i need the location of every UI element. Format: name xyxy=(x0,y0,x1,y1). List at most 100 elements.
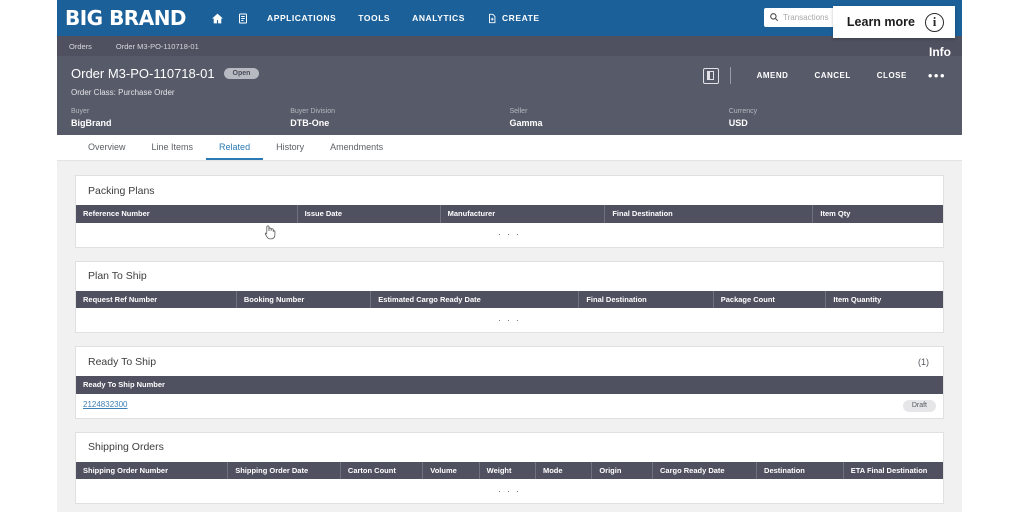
meta-seller-label: Seller xyxy=(509,108,528,115)
section-shipping-orders: Shipping Orders Shipping Order Number Sh… xyxy=(75,431,944,504)
meta-buyer-division: Buyer Division DTB-One xyxy=(290,108,509,128)
ready-to-ship-cell: 2124832300 Draft xyxy=(76,393,943,418)
table-header-row: Reference Number Issue Date Manufacturer… xyxy=(76,205,943,223)
table-header-row: Shipping Order Number Shipping Order Dat… xyxy=(76,461,943,479)
more-options-icon[interactable]: ••• xyxy=(920,69,948,82)
page-container: BIG BRAND APPLICATIONS TOOLS ANALYTICS C… xyxy=(57,0,962,512)
breadcrumb-item-orders[interactable]: Orders xyxy=(69,42,92,51)
meta-seller: Seller Gamma xyxy=(510,108,729,128)
tab-history-label: History xyxy=(276,141,305,152)
meta-buyer-division-value: DTB-One xyxy=(290,118,330,128)
order-meta-row: Buyer BigBrand Buyer Division DTB-One Se… xyxy=(71,108,948,128)
column-final-destination[interactable]: Final Destination xyxy=(604,205,814,223)
table-header-row: Request Ref Number Booking Number Estima… xyxy=(76,290,943,308)
column-origin[interactable]: Origin xyxy=(591,461,653,479)
tab-history[interactable]: History xyxy=(263,135,317,160)
column-manufacturer[interactable]: Manufacturer xyxy=(440,205,606,223)
learn-more-tooltip[interactable]: Learn more i xyxy=(832,6,955,38)
table-row: · · · xyxy=(76,479,943,503)
column-item-qty[interactable]: Item Qty xyxy=(812,205,943,223)
plan-to-ship-table: Request Ref Number Booking Number Estima… xyxy=(76,290,943,332)
tab-overview-label: Overview xyxy=(88,141,126,152)
document-icon[interactable] xyxy=(702,67,719,84)
column-item-quantity[interactable]: Item Quantity xyxy=(825,290,943,308)
table-row: · · · xyxy=(76,222,943,247)
tab-line-items[interactable]: Line Items xyxy=(139,135,207,160)
tab-amendments[interactable]: Amendments xyxy=(317,135,396,160)
status-badge: Open xyxy=(223,67,260,80)
nav-item-tools-label: TOOLS xyxy=(358,13,391,23)
related-content: Packing Plans Reference Number Issue Dat… xyxy=(57,161,962,512)
order-action-bar: AMEND CANCEL CLOSE ••• xyxy=(702,67,948,84)
column-mode[interactable]: Mode xyxy=(535,461,593,479)
close-button[interactable]: CLOSE xyxy=(864,71,920,80)
section-title: Ready To Ship xyxy=(88,355,157,368)
column-ready-to-ship-number[interactable]: Ready To Ship Number xyxy=(76,376,943,394)
column-issue-date[interactable]: Issue Date xyxy=(297,205,441,223)
packing-plans-table: Reference Number Issue Date Manufacturer… xyxy=(76,205,943,247)
cancel-button[interactable]: CANCEL xyxy=(801,71,863,80)
column-carton-count[interactable]: Carton Count xyxy=(340,461,424,479)
tab-line-items-label: Line Items xyxy=(151,141,194,152)
order-class-label: Order Class: Purchase Order xyxy=(71,88,175,97)
clipboard-icon[interactable] xyxy=(230,5,256,31)
meta-seller-value: Gamma xyxy=(509,118,543,128)
tab-related[interactable]: Related xyxy=(206,135,264,160)
nav-item-analytics[interactable]: ANALYTICS xyxy=(401,13,476,23)
nav-item-create-label: CREATE xyxy=(501,13,540,23)
meta-currency: Currency USD xyxy=(729,108,948,128)
meta-buyer-division-label: Buyer Division xyxy=(290,108,335,115)
section-title: Packing Plans xyxy=(88,184,155,197)
top-navigation-bar: BIG BRAND APPLICATIONS TOOLS ANALYTICS C… xyxy=(57,0,962,38)
learn-more-label: Learn more xyxy=(846,15,915,29)
empty-placeholder: · · · xyxy=(76,308,943,332)
empty-placeholder: · · · xyxy=(76,222,943,247)
ready-to-ship-table: Ready To Ship Number 2124832300 Draft xyxy=(76,376,943,418)
search-icon xyxy=(769,9,779,27)
column-booking-number[interactable]: Booking Number xyxy=(236,290,372,308)
nav-item-tools[interactable]: TOOLS xyxy=(347,13,401,23)
section-packing-plans: Packing Plans Reference Number Issue Dat… xyxy=(75,175,944,248)
action-divider xyxy=(729,67,731,84)
section-header: Plan To Ship xyxy=(76,262,943,291)
info-icon[interactable]: i xyxy=(925,12,944,32)
section-header: Shipping Orders xyxy=(76,433,943,462)
meta-currency-label: Currency xyxy=(728,108,758,115)
column-shipping-order-number[interactable]: Shipping Order Number xyxy=(76,461,229,479)
app-root: BIG BRAND APPLICATIONS TOOLS ANALYTICS C… xyxy=(0,0,1024,512)
status-badge: Draft xyxy=(902,399,936,412)
create-page-icon xyxy=(487,13,497,24)
meta-currency-value: USD xyxy=(728,118,748,128)
section-title: Shipping Orders xyxy=(88,441,164,453)
tab-amendments-label: Amendments xyxy=(330,141,384,152)
column-destination[interactable]: Destination xyxy=(756,461,844,479)
column-request-ref-number[interactable]: Request Ref Number xyxy=(76,290,237,308)
table-row[interactable]: 2124832300 Draft xyxy=(76,393,943,418)
empty-placeholder: · · · xyxy=(76,479,943,503)
amend-button[interactable]: AMEND xyxy=(744,71,802,80)
column-package-count[interactable]: Package Count xyxy=(713,290,827,308)
column-eta-final-destination[interactable]: ETA Final Destination xyxy=(843,461,943,479)
column-final-destination[interactable]: Final Destination xyxy=(578,290,714,308)
brand-logo[interactable]: BIG BRAND xyxy=(65,6,187,30)
nav-item-create[interactable]: CREATE xyxy=(476,13,551,24)
column-volume[interactable]: Volume xyxy=(422,461,480,479)
section-title: Plan To Ship xyxy=(88,270,147,282)
breadcrumb-item-order[interactable]: Order M3-PO-110718-01 xyxy=(116,42,199,51)
tab-related-label: Related xyxy=(219,141,251,152)
shipping-orders-table: Shipping Order Number Shipping Order Dat… xyxy=(76,461,943,503)
home-icon[interactable] xyxy=(204,5,230,31)
column-reference-number[interactable]: Reference Number xyxy=(76,205,298,223)
column-estimated-cargo-ready-date[interactable]: Estimated Cargo Ready Date xyxy=(370,290,580,308)
column-cargo-ready-date[interactable]: Cargo Ready Date xyxy=(652,461,758,479)
column-weight[interactable]: Weight xyxy=(479,461,536,479)
section-header: Packing Plans xyxy=(76,176,943,205)
column-shipping-order-date[interactable]: Shipping Order Date xyxy=(227,461,341,479)
meta-buyer-label: Buyer xyxy=(71,108,90,115)
tab-overview[interactable]: Overview xyxy=(75,135,139,160)
nav-item-applications[interactable]: APPLICATIONS xyxy=(256,13,347,23)
ready-to-ship-number-link[interactable]: 2124832300 xyxy=(83,400,128,409)
tab-bar: Overview Line Items Related History Amen… xyxy=(57,135,962,161)
section-header: Ready To Ship (1) xyxy=(76,347,943,376)
nav-item-analytics-label: ANALYTICS xyxy=(412,13,465,23)
